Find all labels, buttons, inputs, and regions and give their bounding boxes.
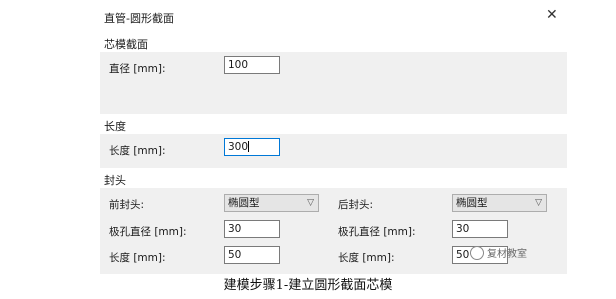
length-input[interactable]: 300 bbox=[224, 138, 280, 156]
window-title: 直管-圆形截面 bbox=[104, 12, 174, 25]
front-length-input[interactable]: 50 bbox=[224, 246, 280, 264]
watermark: 复材教室 bbox=[470, 245, 527, 260]
rear-length-label: 长度 [mm]: bbox=[338, 252, 395, 264]
front-length-label: 长度 [mm]: bbox=[109, 252, 166, 264]
rear-pole-label: 极孔直径 [mm]: bbox=[338, 226, 416, 238]
diameter-label: 直径 [mm]: bbox=[109, 63, 166, 75]
core-section: 芯模截面 直径 [mm]: 100 bbox=[100, 32, 567, 114]
rear-head-select[interactable]: 椭圆型 ▽ bbox=[452, 194, 547, 212]
core-section-body: 直径 [mm]: 100 bbox=[100, 52, 567, 114]
figure-caption: 建模步骤1-建立圆形截面芯模 bbox=[223, 278, 393, 293]
rear-pole-input[interactable]: 30 bbox=[452, 220, 508, 238]
rear-head-select-value: 椭圆型 bbox=[456, 197, 488, 209]
dialog-window: 直管-圆形截面 ✕ 芯模截面 直径 [mm]: 100 长度 长度 [mm]: … bbox=[100, 0, 567, 274]
length-section-body: 长度 [mm]: 300 bbox=[100, 134, 567, 168]
close-icon[interactable]: ✕ bbox=[546, 8, 558, 22]
chevron-down-icon: ▽ bbox=[307, 198, 314, 208]
length-section-header: 长度 bbox=[104, 120, 126, 133]
front-pole-input[interactable]: 30 bbox=[224, 220, 280, 238]
length-section: 长度 长度 [mm]: 300 bbox=[100, 114, 567, 168]
head-section-body: 前封头: 椭圆型 ▽ 极孔直径 [mm]: 30 长度 [mm]: 50 后封头… bbox=[100, 188, 567, 274]
head-section-header: 封头 bbox=[104, 174, 126, 187]
front-head-label: 前封头: bbox=[109, 199, 145, 211]
rear-head-label: 后封头: bbox=[338, 199, 374, 211]
front-pole-label: 极孔直径 [mm]: bbox=[109, 226, 187, 238]
core-section-header: 芯模截面 bbox=[104, 38, 148, 51]
front-head-select-value: 椭圆型 bbox=[228, 197, 260, 209]
front-head-select[interactable]: 椭圆型 ▽ bbox=[224, 194, 319, 212]
chevron-down-icon: ▽ bbox=[535, 198, 542, 208]
title-bar: 直管-圆形截面 ✕ bbox=[100, 0, 567, 32]
wechat-icon bbox=[470, 246, 484, 260]
length-label: 长度 [mm]: bbox=[109, 145, 166, 157]
diameter-input[interactable]: 100 bbox=[224, 56, 280, 74]
length-input-value: 300 bbox=[228, 141, 249, 153]
text-caret bbox=[248, 141, 250, 152]
watermark-text: 复材教室 bbox=[487, 249, 527, 260]
